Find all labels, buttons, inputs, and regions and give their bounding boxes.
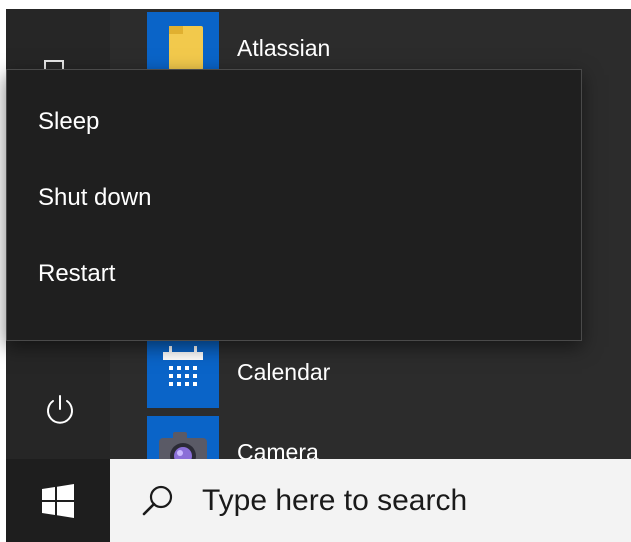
calendar-icon bbox=[163, 346, 203, 386]
search-placeholder: Type here to search bbox=[202, 483, 468, 517]
app-item-calendar[interactable]: Calendar bbox=[147, 336, 330, 408]
menu-item-restart[interactable]: Restart bbox=[7, 236, 581, 312]
menu-item-shut-down[interactable]: Shut down bbox=[7, 160, 581, 236]
app-tile-calendar bbox=[147, 336, 219, 408]
app-name-atlassian: Atlassian bbox=[237, 34, 331, 61]
power-icon bbox=[47, 395, 73, 424]
start-menu-screen: Atlassian Calendar Camera Sleep Shut dow… bbox=[0, 0, 631, 542]
windows-logo-icon bbox=[42, 483, 74, 518]
start-button[interactable] bbox=[6, 459, 110, 542]
power-button[interactable] bbox=[38, 388, 82, 432]
taskbar-search-box[interactable]: Type here to search bbox=[110, 459, 631, 542]
app-name-calendar: Calendar bbox=[237, 358, 331, 385]
power-options-menu: Sleep Shut down Restart bbox=[6, 69, 582, 341]
menu-item-sleep[interactable]: Sleep bbox=[7, 84, 581, 160]
search-icon bbox=[138, 481, 178, 521]
